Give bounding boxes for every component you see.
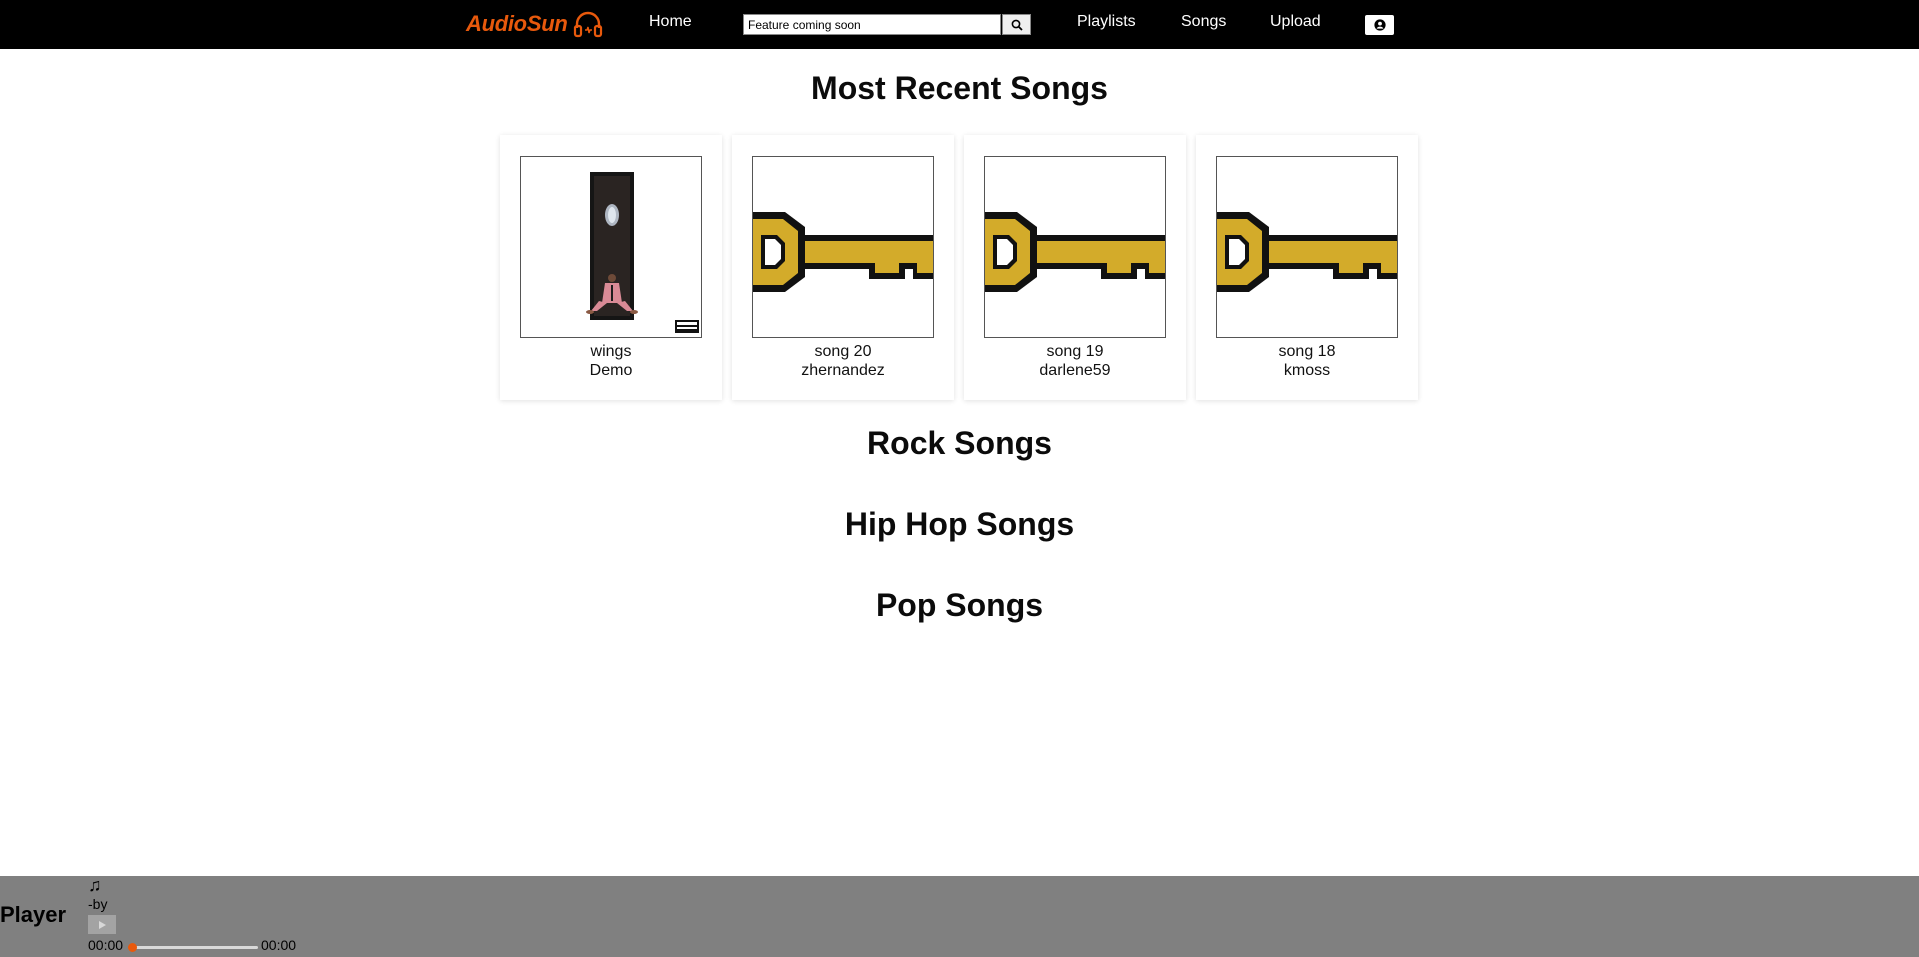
song-title[interactable]: song 18 (1196, 343, 1418, 361)
user-circle-icon (1373, 19, 1386, 31)
song-title[interactable]: wings (500, 343, 722, 361)
player-label: Player (0, 902, 67, 927)
section-title-rock: Rock Songs (867, 425, 1052, 461)
song-card[interactable]: song 20 zhernandez (732, 135, 954, 400)
nav-home-link[interactable]: Home (649, 13, 692, 31)
search-input[interactable] (743, 14, 1001, 35)
progress-slider[interactable] (128, 943, 258, 952)
current-time: 00:00 (88, 937, 124, 953)
album-art[interactable] (1216, 156, 1398, 338)
song-artist[interactable]: darlene59 (964, 362, 1186, 380)
section-title-pop: Pop Songs (875, 587, 1044, 623)
headphones-icon (574, 11, 603, 38)
section-title-hiphop: Hip Hop Songs (844, 506, 1075, 542)
gold-key-icon (1217, 212, 1397, 292)
song-card[interactable]: wings Demo (500, 135, 722, 400)
now-playing-text: -by (88, 896, 108, 912)
song-card[interactable]: song 18 kmoss (1196, 135, 1418, 400)
play-button[interactable] (88, 915, 116, 934)
song-title[interactable]: song 19 (964, 343, 1186, 361)
album-cover-image (521, 157, 701, 337)
song-title[interactable]: song 20 (732, 343, 954, 361)
nav-upload-link[interactable]: Upload (1270, 13, 1321, 31)
gold-key-icon (753, 212, 933, 292)
profile-button[interactable] (1365, 15, 1394, 35)
search-button[interactable] (1002, 14, 1031, 35)
navbar: AudioSun Home Playlists Songs Upload (0, 0, 1919, 49)
album-art[interactable] (520, 156, 702, 338)
song-artist[interactable]: Demo (500, 362, 722, 380)
nav-playlists-link[interactable]: Playlists (1077, 13, 1136, 31)
gold-key-icon (985, 212, 1165, 292)
progress-thumb[interactable] (128, 943, 137, 952)
music-note-icon: ♫ (88, 875, 102, 895)
brand-name: AudioSun (466, 11, 568, 36)
song-artist[interactable]: kmoss (1196, 362, 1418, 380)
album-art[interactable] (984, 156, 1166, 338)
nav-songs-link[interactable]: Songs (1181, 13, 1226, 31)
magnifier-icon (1011, 19, 1023, 31)
song-card[interactable]: song 19 darlene59 (964, 135, 1186, 400)
duration-time: 00:00 (261, 937, 297, 953)
recent-songs-list: wings Demo song 20 zhernandez song 19 da… (500, 135, 1420, 400)
play-icon (99, 920, 106, 929)
song-artist[interactable]: zhernandez (732, 362, 954, 380)
section-title-recent: Most Recent Songs (811, 70, 1108, 106)
player-bar: Player ♫ -by 00:00 00:00 (0, 876, 1919, 957)
brand-logo[interactable]: AudioSun (466, 9, 603, 39)
album-art[interactable] (752, 156, 934, 338)
